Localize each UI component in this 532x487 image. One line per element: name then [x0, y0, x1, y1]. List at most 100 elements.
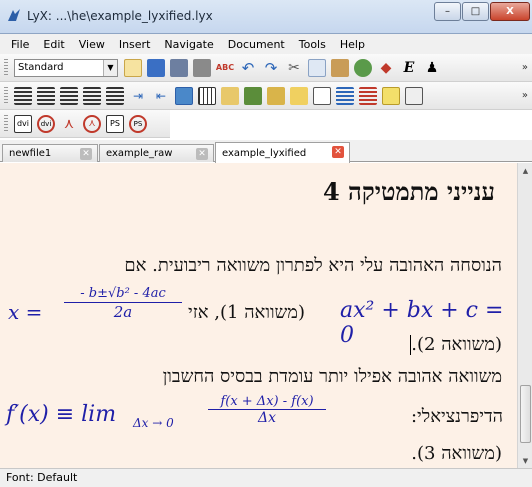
toolbar-grip[interactable] — [4, 59, 8, 77]
tab-newfile1[interactable]: newfile1 ✕ — [2, 144, 98, 162]
insert-label-icon[interactable] — [313, 86, 331, 105]
toolbar-grip[interactable] — [4, 115, 8, 133]
menu-tools[interactable]: Tools — [292, 38, 333, 51]
view-toolbar: dvi dvi ⋏ ⋏ PS PS — [0, 110, 170, 138]
close-icon: X — [506, 6, 514, 17]
toolbar-overflow-icon[interactable]: » — [522, 90, 528, 101]
paragraph-style-select[interactable]: Standard ▼ — [14, 58, 118, 77]
tab-label: example_raw — [106, 148, 173, 159]
minimize-icon: – — [445, 6, 450, 17]
insert-figure-icon[interactable] — [244, 86, 262, 105]
lyx-app-icon — [8, 9, 20, 21]
menu-bar: File Edit View Insert Navigate Document … — [0, 34, 532, 54]
menu-view[interactable]: View — [72, 38, 112, 51]
align-icon[interactable] — [14, 86, 32, 105]
limit-subscript: Δx → 0 — [133, 416, 174, 430]
update-ps-icon[interactable]: PS — [129, 114, 147, 133]
standard-toolbar: Standard ▼ ABC ↶ ↷ ✂ ◆ E ♟ » — [0, 54, 532, 82]
tab-example-raw[interactable]: example_raw ✕ — [99, 144, 214, 162]
menu-document[interactable]: Document — [221, 38, 292, 51]
close-tab-icon[interactable]: ✕ — [196, 148, 208, 160]
section-heading: 4 ענייני מתמטיקה — [301, 177, 495, 207]
bullet-list-icon[interactable] — [60, 86, 78, 105]
close-tab-icon[interactable]: ✕ — [80, 148, 92, 160]
equation-line-1: x = - b±√b² - 4ac 2a (משוואה 1), אזי ax²… — [6, 286, 511, 348]
description-list-icon[interactable] — [83, 86, 101, 105]
document-tab-bar: newfile1 ✕ example_raw ✕ example_lyxifie… — [0, 140, 532, 163]
window-title: LyX: ...\he\example_lyxified.lyx — [27, 9, 213, 23]
back-icon[interactable]: ◆ — [377, 59, 395, 77]
insert-graphics-icon[interactable] — [175, 86, 193, 105]
insert-footnote-icon[interactable] — [382, 86, 400, 105]
chevron-down-icon: ▼ — [103, 59, 117, 76]
insert-table-icon[interactable] — [198, 86, 216, 105]
paragraph-text-2: משוואה אהובה אפילו יותר עומדת בבסיס החשב… — [162, 366, 502, 387]
maximize-icon: □ — [470, 6, 481, 17]
equation-ref-2-line: (משוואה 2). — [410, 334, 502, 355]
spellcheck-icon[interactable]: ABC — [216, 59, 234, 77]
equation-ref-3: (משוואה 3). — [411, 443, 502, 464]
paste-icon[interactable] — [331, 58, 349, 77]
toolbar-overflow-icon[interactable]: » — [522, 62, 528, 73]
tab-example-lyxified[interactable]: example_lyxified ✕ — [215, 142, 350, 163]
settings-icon[interactable] — [405, 86, 423, 105]
toc-icon[interactable] — [336, 86, 354, 105]
fraction-denominator: Δx — [257, 410, 276, 426]
toggle-folder-icon[interactable] — [290, 86, 308, 105]
view-pdf-icon[interactable]: ⋏ — [60, 115, 78, 133]
save-icon[interactable] — [170, 58, 188, 77]
numbered-list-icon[interactable] — [37, 86, 55, 105]
view-ps-icon[interactable]: PS — [106, 114, 124, 133]
update-pdf-icon[interactable]: ⋏ — [83, 114, 101, 133]
document-editor[interactable]: 4 ענייני מתמטיקה הנוסחה האהובה עלי היא ל… — [0, 163, 517, 468]
fraction-numerator: - b±√b² - 4ac — [64, 286, 182, 303]
noun-icon[interactable]: ♟ — [423, 59, 441, 77]
depth-increase-icon[interactable]: ⇥ — [129, 87, 147, 105]
fraction-denominator: 2a — [113, 303, 133, 321]
depth-decrease-icon[interactable]: ⇤ — [152, 87, 170, 105]
indent-icon[interactable] — [106, 86, 124, 105]
insert-note-icon[interactable] — [221, 86, 239, 105]
open-document-icon[interactable] — [147, 58, 165, 77]
fraction-numerator: f(x + Δx) - f(x) — [208, 394, 326, 410]
status-bar: Font: Default — [0, 468, 532, 487]
menu-insert[interactable]: Insert — [112, 38, 158, 51]
find-replace-icon[interactable] — [354, 58, 372, 77]
copy-icon[interactable] — [308, 58, 326, 77]
tab-label: newfile1 — [9, 148, 52, 159]
equation-line-2: f′(x) ≡ lim Δx → 0 f(x + Δx) - f(x) Δx ה… — [4, 394, 514, 442]
paragraph-text: הנוסחה האהובה עלי היא לפתרון משוואה ריבו… — [124, 255, 502, 276]
close-button[interactable]: X — [490, 2, 530, 21]
math-x-equals: x = — [8, 300, 43, 324]
scrollbar-thumb[interactable] — [520, 385, 531, 443]
redo-icon[interactable]: ↷ — [262, 59, 280, 77]
insert-math-icon[interactable] — [267, 86, 285, 105]
view-dvi-icon[interactable]: dvi — [14, 114, 32, 133]
paragraph-style-value: Standard — [18, 62, 64, 73]
menu-help[interactable]: Help — [333, 38, 372, 51]
close-tab-icon[interactable]: ✕ — [332, 146, 344, 158]
new-document-icon[interactable] — [124, 58, 142, 77]
equation-ref-1: (משוואה 1), אזי — [188, 302, 305, 323]
menu-edit[interactable]: Edit — [36, 38, 71, 51]
equation-ref-2: (משוואה 2). — [411, 334, 502, 355]
view-source-icon[interactable] — [359, 86, 377, 105]
print-icon[interactable] — [193, 58, 211, 77]
tab-label: example_lyxified — [222, 147, 307, 159]
section-title: ענייני מתמטיקה — [348, 177, 495, 206]
vertical-scrollbar[interactable]: ▲ ▼ — [517, 163, 532, 468]
title-bar: LyX: ...\he\example_lyxified.lyx – □ X — [0, 0, 532, 34]
cut-icon[interactable]: ✂ — [285, 59, 303, 77]
undo-icon[interactable]: ↶ — [239, 59, 257, 77]
emphasis-icon[interactable]: E — [400, 59, 418, 77]
maximize-button[interactable]: □ — [462, 2, 489, 21]
scroll-down-icon[interactable]: ▼ — [518, 453, 532, 468]
scroll-up-icon[interactable]: ▲ — [518, 163, 532, 178]
paragraph-text-2b: הדיפרנציאלי: — [410, 406, 503, 427]
toolbar-grip[interactable] — [4, 87, 8, 105]
section-number: 4 — [322, 177, 340, 206]
update-dvi-icon[interactable]: dvi — [37, 114, 55, 133]
menu-file[interactable]: File — [4, 38, 36, 51]
menu-navigate[interactable]: Navigate — [157, 38, 220, 51]
minimize-button[interactable]: – — [434, 2, 461, 21]
